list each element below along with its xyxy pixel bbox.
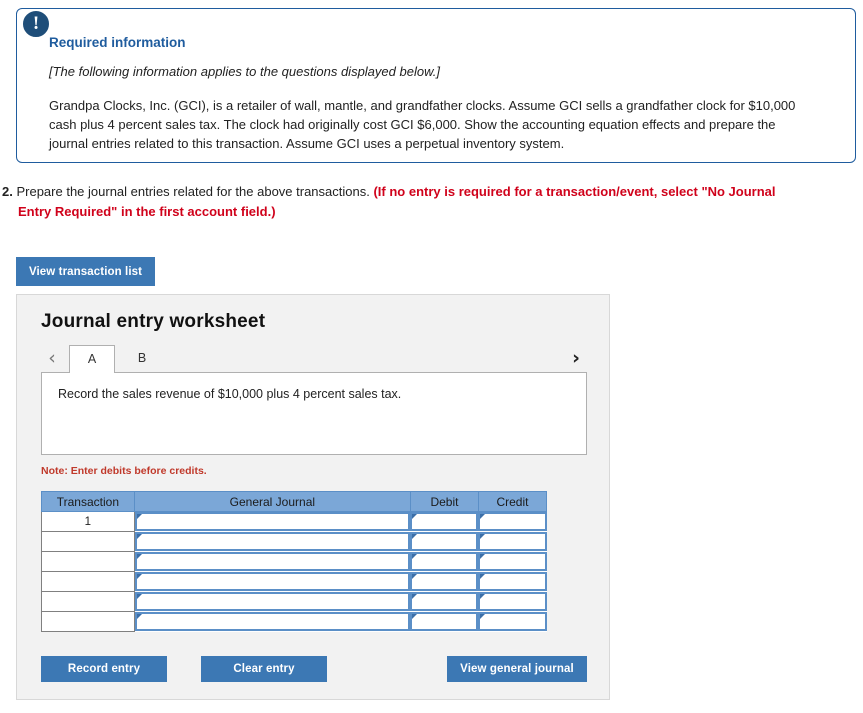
general-journal-input-cell[interactable] — [134, 571, 411, 592]
credit-input-cell[interactable] — [478, 591, 547, 612]
required-information-content: Required information [The following info… — [17, 9, 855, 154]
credit-field[interactable] — [478, 572, 547, 591]
credit-field[interactable] — [478, 532, 547, 551]
record-entry-button[interactable]: Record entry — [41, 656, 167, 682]
question-text: Prepare the journal entries related for … — [16, 184, 370, 199]
clear-entry-button[interactable]: Clear entry — [201, 656, 327, 682]
credit-field[interactable] — [478, 552, 547, 571]
debit-input-cell[interactable] — [410, 531, 479, 552]
page-root: ! Required information [The following in… — [0, 0, 863, 713]
column-header-debit: Debit — [409, 491, 479, 512]
worksheet-description: Record the sales revenue of $10,000 plus… — [41, 372, 587, 455]
transaction-number-cell: 1 — [41, 511, 135, 532]
view-transaction-list-button[interactable]: View transaction list — [16, 257, 155, 286]
table-row — [41, 551, 547, 572]
credit-field[interactable] — [478, 612, 547, 631]
table-row — [41, 531, 547, 552]
column-header-transaction: Transaction — [41, 491, 135, 512]
general-journal-field[interactable] — [134, 572, 411, 591]
general-journal-field[interactable] — [134, 512, 411, 532]
general-journal-input-cell[interactable] — [134, 551, 411, 572]
credit-input-cell[interactable] — [478, 551, 547, 572]
chevron-left-icon[interactable]: ‹ — [41, 347, 63, 371]
required-information-body: Grandpa Clocks, Inc. (GCI), is a retaile… — [49, 98, 796, 151]
transaction-number-cell — [41, 531, 135, 552]
table-row — [41, 611, 547, 632]
required-information-title: Required information — [49, 35, 186, 50]
transaction-number-cell — [41, 591, 135, 612]
debit-field[interactable] — [410, 572, 479, 591]
transaction-number-cell — [41, 551, 135, 572]
question-emphasis-line1: (If no entry is required for a transacti… — [373, 184, 776, 199]
debit-input-cell[interactable] — [410, 551, 479, 572]
debit-input-cell[interactable] — [410, 571, 479, 592]
required-information-box: ! Required information [The following in… — [16, 8, 856, 163]
general-journal-input-cell[interactable] — [134, 511, 411, 532]
debit-field[interactable] — [410, 532, 479, 551]
worksheet-title: Journal entry worksheet — [41, 311, 266, 332]
general-journal-field[interactable] — [134, 612, 411, 631]
general-journal-input-cell[interactable] — [134, 591, 411, 612]
transaction-number-cell — [41, 611, 135, 632]
required-information-subtitle: [The following information applies to th… — [49, 64, 440, 79]
credit-input-cell[interactable] — [478, 611, 547, 632]
tab-a[interactable]: A — [69, 345, 115, 373]
table-body: 1 — [41, 511, 547, 632]
credit-field[interactable] — [478, 512, 547, 532]
credit-input-cell[interactable] — [478, 511, 547, 532]
debit-input-cell[interactable] — [410, 511, 479, 532]
debits-before-credits-note: Note: Enter debits before credits. — [41, 465, 207, 477]
exclamation-icon: ! — [21, 9, 51, 39]
journal-entry-worksheet-panel: Journal entry worksheet ‹ A B › Record t… — [16, 294, 610, 700]
debit-field[interactable] — [410, 512, 479, 532]
table-header-row: Transaction General Journal Debit Credit — [41, 491, 548, 512]
table-row — [41, 591, 547, 612]
question-block: 2. Prepare the journal entries related f… — [2, 182, 852, 221]
transaction-number-cell — [41, 571, 135, 592]
general-journal-input-cell[interactable] — [134, 611, 411, 632]
question-emphasis-line2: Entry Required" in the first account fie… — [18, 203, 276, 219]
worksheet-tabstrip: ‹ A B › — [41, 345, 587, 373]
debit-field[interactable] — [410, 552, 479, 571]
general-journal-field[interactable] — [134, 552, 411, 571]
debit-input-cell[interactable] — [410, 611, 479, 632]
general-journal-input-cell[interactable] — [134, 531, 411, 552]
debit-field[interactable] — [410, 612, 479, 631]
chevron-right-icon[interactable]: › — [565, 347, 587, 371]
credit-input-cell[interactable] — [478, 571, 547, 592]
question-number: 2. — [2, 184, 13, 199]
column-header-general-journal: General Journal — [133, 491, 411, 512]
credit-field[interactable] — [478, 592, 547, 611]
journal-entry-table: Transaction General Journal Debit Credit… — [41, 491, 548, 632]
debit-field[interactable] — [410, 592, 479, 611]
general-journal-field[interactable] — [134, 592, 411, 611]
table-row — [41, 571, 547, 592]
column-header-credit: Credit — [477, 491, 548, 512]
debit-input-cell[interactable] — [410, 591, 479, 612]
tab-b[interactable]: B — [119, 345, 165, 373]
credit-input-cell[interactable] — [478, 531, 547, 552]
view-general-journal-button[interactable]: View general journal — [447, 656, 587, 682]
table-row: 1 — [41, 511, 547, 532]
general-journal-field[interactable] — [134, 532, 411, 551]
